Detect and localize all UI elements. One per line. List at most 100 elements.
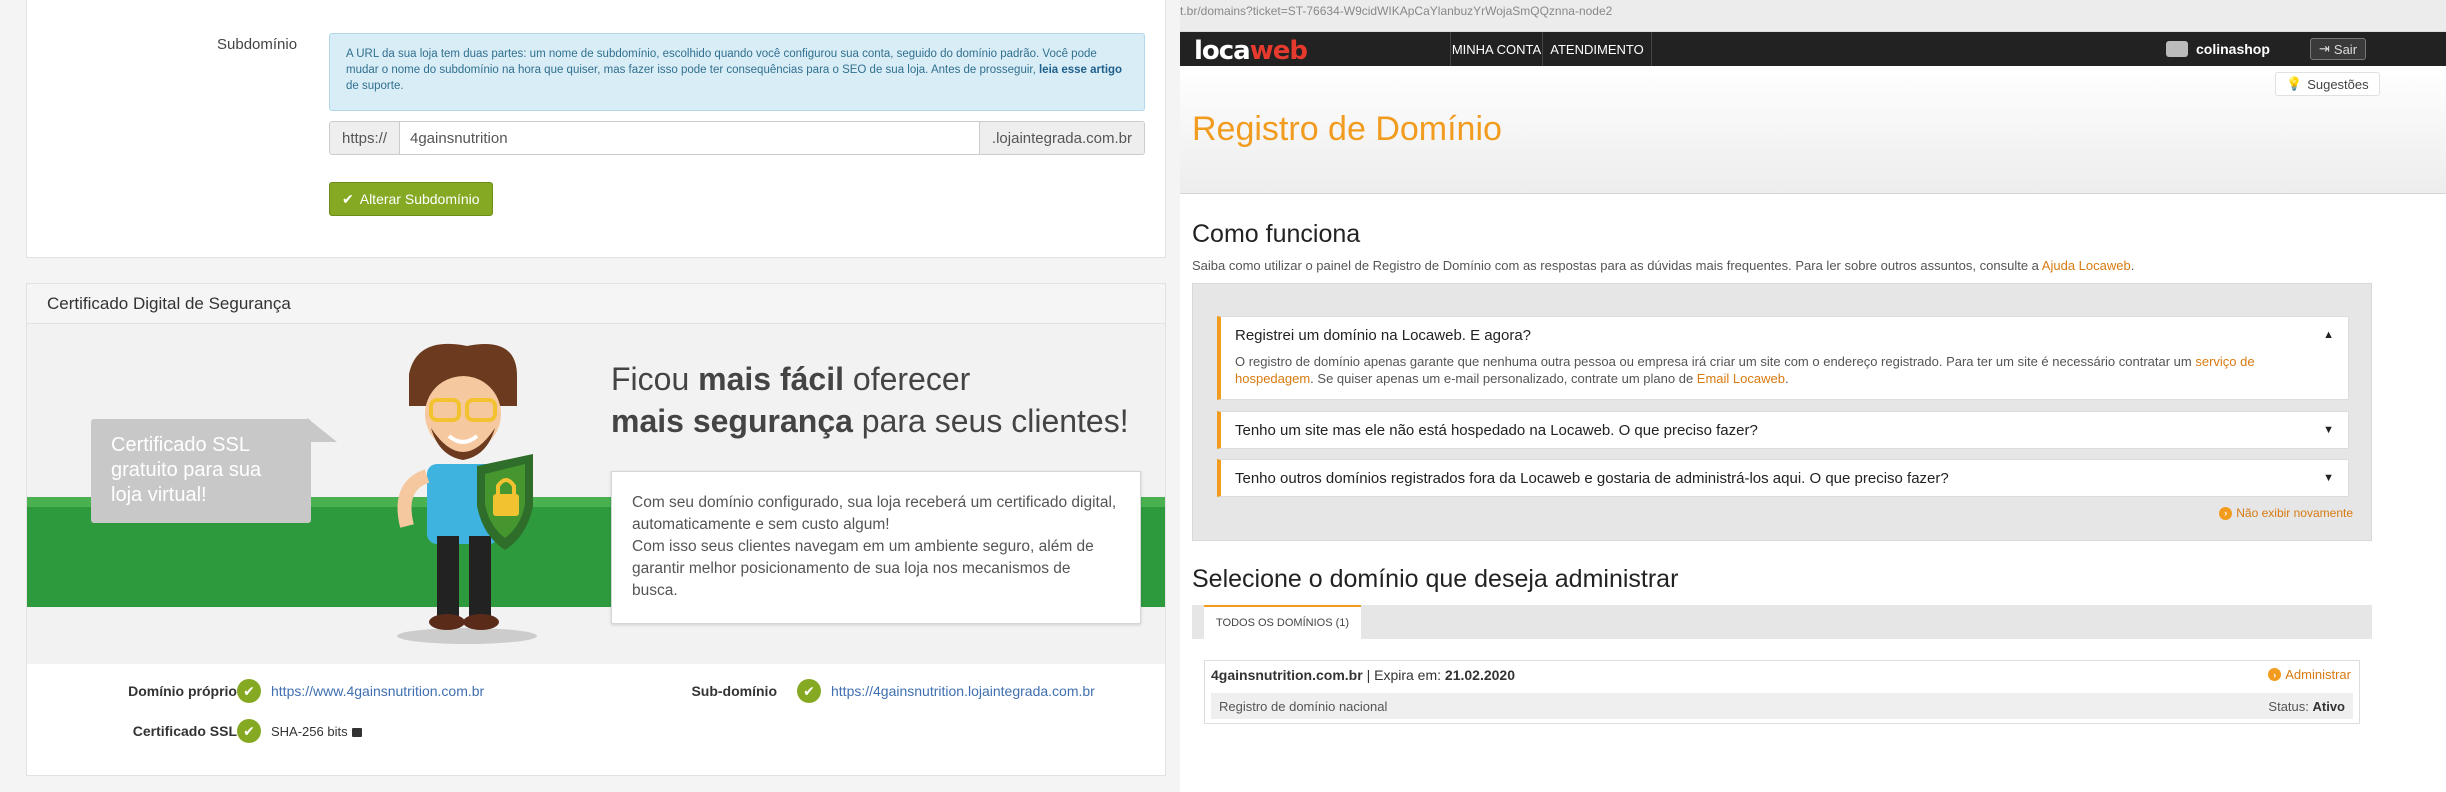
ssl-label-row: Certificado SSL — [67, 719, 237, 743]
domain-detail-line: Registro de domínio nacional Status: Ati… — [1211, 693, 2353, 719]
faq-item-2[interactable]: Tenho um site mas ele não está hospedado… — [1217, 411, 2349, 449]
ssl-info-card: Com seu domínio configurado, sua loja re… — [611, 471, 1141, 624]
ssl-banner: Certificado SSL gratuito para sua loja v… — [27, 324, 1165, 664]
ssl-card-title: Certificado Digital de Segurança — [27, 284, 1165, 324]
subdomain-url-group: https:// .lojaintegrada.com.br — [329, 121, 1145, 155]
faq-question: Tenho outros domínios registrados fora d… — [1235, 469, 1949, 487]
right-pane: t.br/domains?ticket=ST-76634-W9cidWIKApC… — [1180, 0, 2446, 792]
faq-answer: O registro de domínio apenas garante que… — [1221, 353, 2348, 399]
suggestions-button[interactable]: 💡 Sugestões — [2275, 72, 2380, 96]
check-circle-icon: ✔ — [797, 679, 821, 703]
logo-part-b: web — [1249, 36, 1308, 66]
how-it-works-title: Como funciona — [1192, 220, 1361, 248]
lock-icon — [351, 727, 362, 737]
username: colinashop — [2196, 41, 2270, 57]
ssl-info-p2: Com isso seus clientes navegam em um amb… — [632, 538, 1094, 599]
faq-box: Registrei um domínio na Locaweb. E agora… — [1192, 283, 2372, 541]
faq-item-3[interactable]: Tenho outros domínios registrados fora d… — [1217, 459, 2349, 497]
headline-1b: mais fácil — [698, 361, 844, 397]
faq-answer-1: O registro de domínio apenas garante que… — [1235, 354, 2192, 369]
suggestions-label: Sugestões — [2307, 76, 2369, 92]
headline-line-2: mais segurança para seus clientes! — [611, 400, 1129, 442]
ssl-value-row: ✔ SHA-256 bits — [237, 719, 362, 743]
faq-question: Registrei um domínio na Locaweb. E agora… — [1235, 326, 1532, 344]
ssl-speech-bubble: Certificado SSL gratuito para sua loja v… — [91, 418, 337, 523]
subdomain-label-row: Sub-domínio — [587, 679, 777, 703]
registration-type: Registro de domínio nacional — [1219, 698, 1388, 714]
headline-2b: para seus clientes! — [852, 403, 1129, 439]
locaweb-topbar: locaweb MINHA CONTA ATENDIMENTO colinash… — [1180, 32, 2446, 66]
domain-status: Status: Ativo — [2268, 699, 2345, 714]
logout-label: Sair — [2333, 41, 2358, 57]
faq-answer-3: . — [1784, 371, 1789, 386]
locaweb-logo[interactable]: locaweb — [1194, 36, 1308, 66]
subdomain-info-box: A URL da sua loja tem duas partes: um no… — [329, 33, 1145, 111]
status-value: Ativo — [2312, 698, 2346, 714]
nav-atendimento[interactable]: ATENDIMENTO — [1542, 32, 1652, 66]
select-domain-title: Selecione o domínio que deseja administr… — [1192, 565, 1679, 593]
dont-show-again-label: Não exibir novamente — [2236, 506, 2353, 520]
headline-2a: mais segurança — [611, 403, 853, 439]
expires-date: 21.02.2020 — [1444, 667, 1515, 683]
dont-show-again-link[interactable]: › Não exibir novamente — [2219, 506, 2353, 520]
domain-tabs: TODOS OS DOMÍNIOS (1) — [1192, 605, 2372, 639]
domain-row: 4gainsnutrition.com.br | Expira em: 21.0… — [1204, 660, 2360, 724]
user-menu[interactable]: colinashop — [2166, 32, 2270, 66]
subdomain-input[interactable] — [400, 122, 979, 154]
email-locaweb-link[interactable]: Email Locaweb — [1697, 371, 1785, 386]
ssl-info-p1: Com seu domínio configurado, sua loja re… — [632, 494, 1117, 533]
chevron-down-icon: ▼ — [2323, 424, 2334, 436]
own-domain-link[interactable]: https://www.4gainsnutrition.com.br — [271, 683, 484, 699]
arrow-circle-icon: › — [2219, 506, 2233, 520]
subdomain-card: Subdomínio A URL da sua loja tem duas pa… — [26, 0, 1166, 258]
change-subdomain-label: Alterar Subdomínio — [359, 191, 480, 207]
logout-icon: ⇥ — [2319, 41, 2330, 56]
check-circle-icon: ✔ — [237, 679, 261, 703]
ssl-certificate-card: Certificado Digital de Segurança Certifi… — [26, 283, 1166, 776]
left-pane: Subdomínio A URL da sua loja tem duas pa… — [0, 0, 1180, 792]
support-article-link[interactable]: leia esse artigo — [1039, 64, 1122, 76]
arrow-circle-icon: › — [2268, 668, 2282, 681]
chevron-up-icon: ▲ — [2323, 329, 2334, 341]
administer-link[interactable]: › Administrar — [2268, 667, 2351, 682]
subdomain-link[interactable]: https://4gainsnutrition.lojaintegrada.co… — [831, 683, 1095, 699]
chevron-down-icon: ▼ — [2323, 472, 2334, 484]
status-label: Status: — [2268, 698, 2309, 714]
own-domain-label: Domínio próprio — [128, 683, 237, 699]
info-text: A URL da sua loja tem duas partes: um no… — [346, 48, 1097, 76]
headline-1c: oferecer — [844, 361, 971, 397]
page-title: Registro de Domínio — [1192, 110, 1502, 148]
headline-line-1: Ficou mais fácil oferecer — [611, 358, 1129, 400]
headline-1a: Ficou — [611, 361, 699, 397]
url-fragment: t.br/domains?ticket=ST-76634-W9cidWIKApC… — [1180, 4, 1613, 18]
check-icon: ✔ — [342, 190, 354, 207]
ssl-value: SHA-256 bits — [271, 723, 348, 739]
info-tail: de suporte. — [346, 80, 404, 92]
lightbulb-icon: 💡 — [2286, 76, 2303, 91]
own-domain-value-row: ✔ https://www.4gainsnutrition.com.br — [237, 679, 484, 703]
ssl-label: Certificado SSL — [132, 723, 237, 739]
subdomain-value-row: ✔ https://4gainsnutrition.lojaintegrada.… — [797, 679, 1095, 703]
domain-name: 4gainsnutrition.com.br — [1211, 667, 1363, 683]
browser-url-strip: t.br/domains?ticket=ST-76634-W9cidWIKApC… — [1180, 0, 2446, 32]
subdomain-key-label: Sub-domínio — [691, 683, 777, 699]
locaweb-help-link[interactable]: Ajuda Locaweb — [2042, 258, 2131, 273]
change-subdomain-button[interactable]: ✔ Alterar Subdomínio — [329, 182, 493, 216]
subdomain-label: Subdomínio — [217, 36, 298, 53]
nav-minha-conta[interactable]: MINHA CONTA — [1450, 32, 1542, 66]
expires-label: | Expira em: — [1366, 667, 1442, 683]
faq-question: Tenho um site mas ele não está hospedado… — [1235, 421, 1758, 439]
url-prefix: https:// — [330, 122, 400, 154]
faq-answer-2: . Se quiser apenas um e-mail personaliza… — [1310, 371, 1694, 386]
logout-button[interactable]: ⇥ Sair — [2310, 38, 2367, 60]
tab-all-domains[interactable]: TODOS OS DOMÍNIOS (1) — [1204, 605, 1362, 639]
how-sub-text: Saiba como utilizar o painel de Registro… — [1192, 258, 2039, 273]
own-domain-label-row: Domínio próprio — [67, 679, 237, 703]
url-suffix: .lojaintegrada.com.br — [978, 122, 1144, 154]
faq-item-1[interactable]: Registrei um domínio na Locaweb. E agora… — [1217, 316, 2349, 400]
how-it-works-subtitle: Saiba como utilizar o painel de Registro… — [1192, 258, 2135, 273]
page-header: Registro de Domínio — [1180, 66, 2446, 194]
mascot-illustration — [397, 343, 537, 644]
ssl-headline: Ficou mais fácil oferecer mais segurança… — [611, 358, 1129, 442]
domain-info-line: 4gainsnutrition.com.br | Expira em: 21.0… — [1211, 667, 1515, 683]
